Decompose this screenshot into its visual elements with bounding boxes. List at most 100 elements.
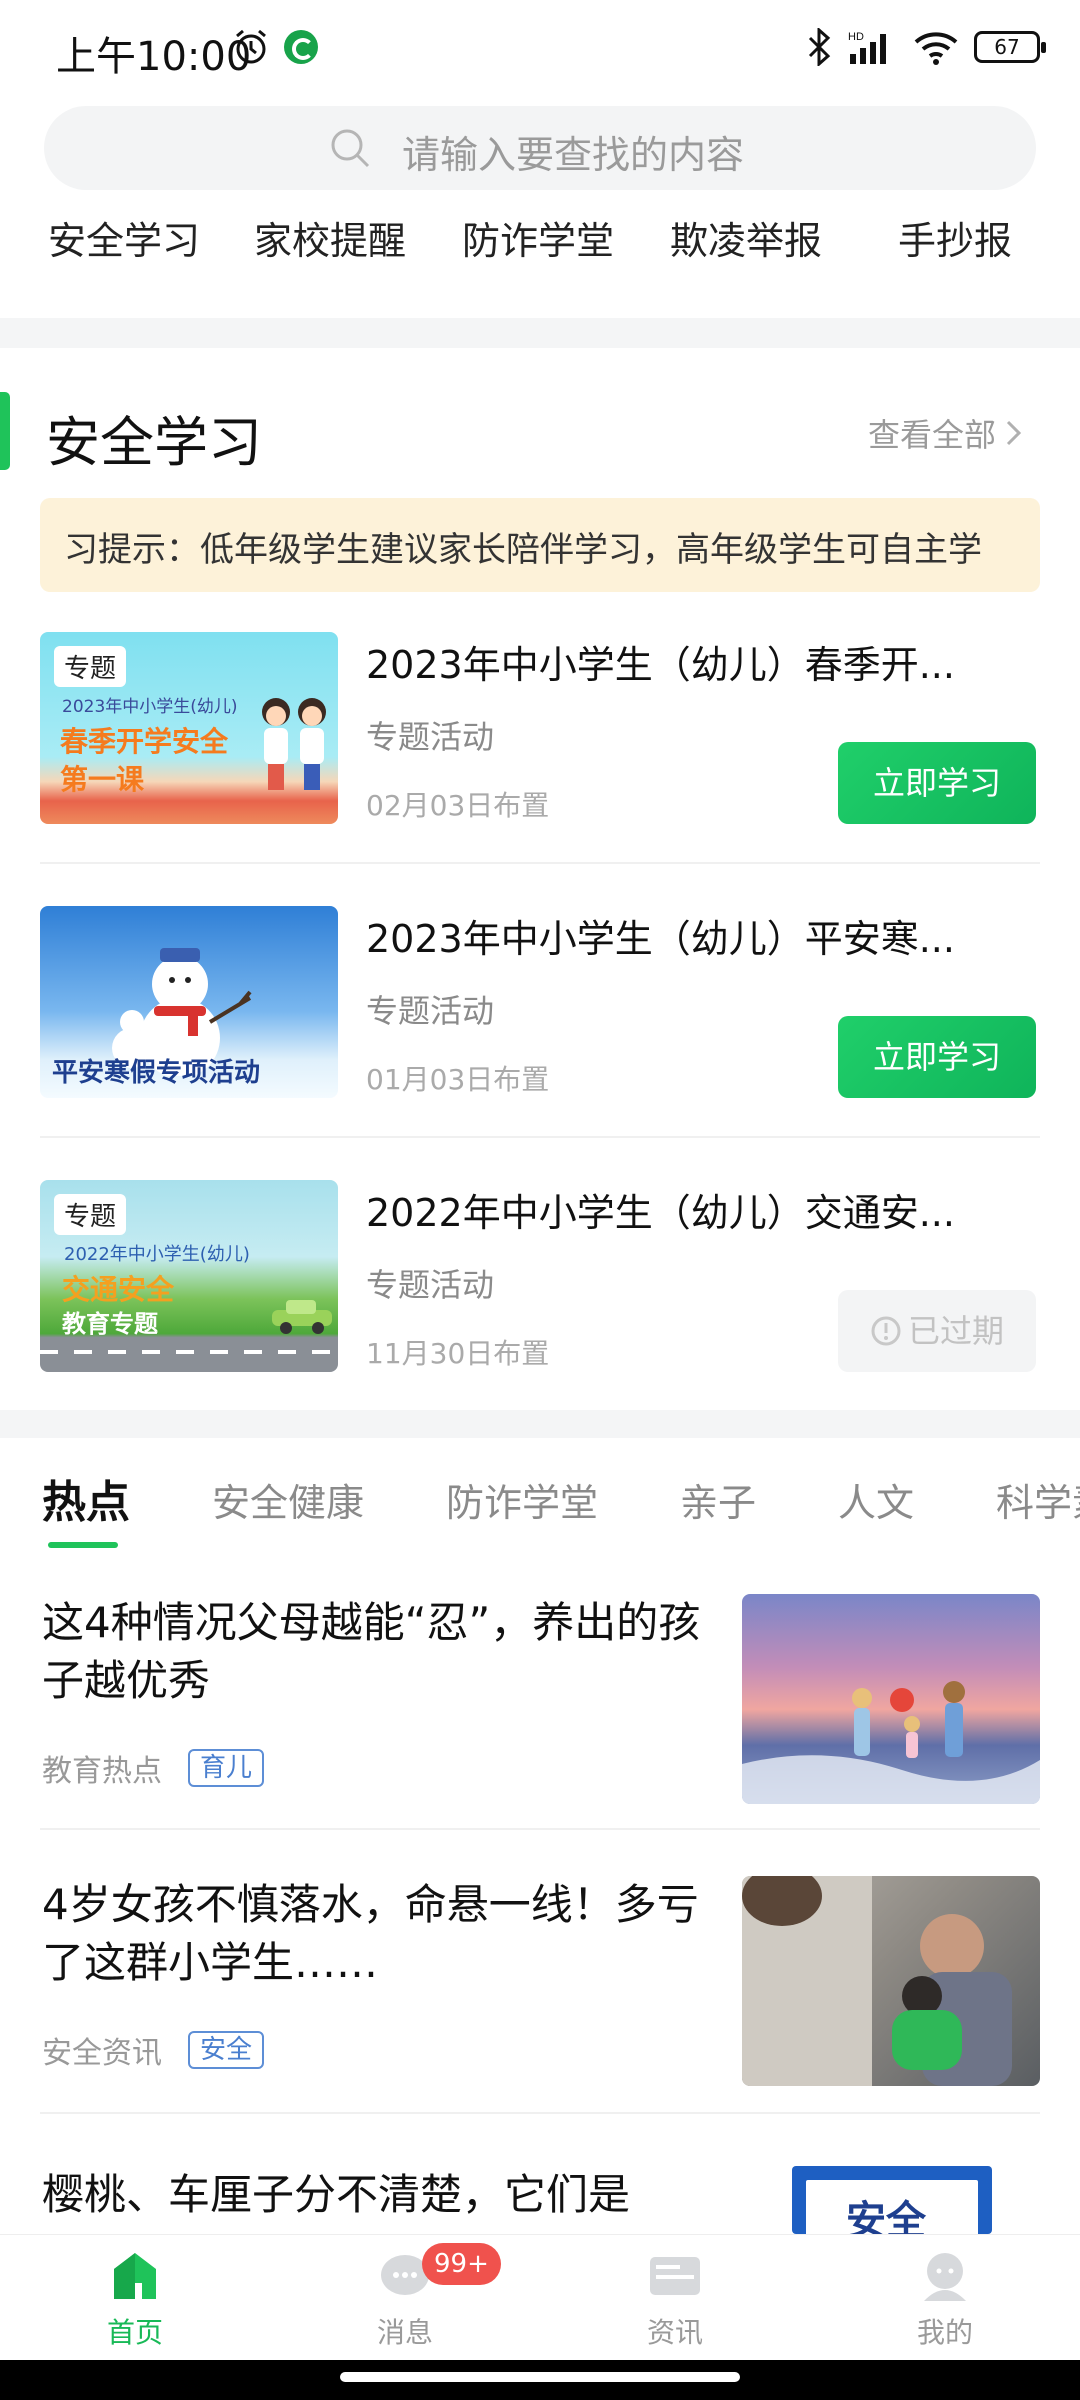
start-learning-button[interactable]: 立即学习 <box>838 1016 1036 1098</box>
bluetooth-icon <box>808 28 831 66</box>
news-title: 樱桃、车厘子分不清楚，它们是 <box>42 2170 631 2219</box>
nav-profile-label: 我的 <box>916 2316 973 2349</box>
thumb-caption: 平安寒假专项活动 <box>52 1058 261 1088</box>
info-icon <box>871 1316 901 1346</box>
thumb-caption: 教育专题 <box>62 1310 158 1338</box>
study-thumbnail: 专题 2023年中小学生(幼儿) 春季开学安全 第一课 <box>40 632 338 824</box>
tab-hot[interactable]: 热点 <box>42 1466 130 1530</box>
alarm-icon <box>236 29 266 64</box>
sign-text: 安全 <box>846 2198 926 2234</box>
study-item[interactable]: 平安寒假专项活动 2023年中小学生（幼儿）平安寒... 专题活动 01月03日… <box>40 906 1040 1098</box>
car-illustration <box>272 1300 332 1334</box>
study-title: 2023年中小学生（幼儿）春季开... <box>366 643 955 687</box>
news-source: 安全资讯 <box>42 2036 162 2071</box>
quick-nav: 安全学习 家校提醒 防诈学堂 欺凌举报 手抄报 <box>0 210 1080 270</box>
news-thumbnail <box>742 1594 1040 1804</box>
profile-icon <box>924 2253 966 2301</box>
home-gesture-bar[interactable] <box>340 2372 740 2382</box>
thumb-caption: 2022年中小学生(幼儿) <box>64 1244 250 1265</box>
search-input[interactable]: 请输入要查找的内容 <box>44 106 1036 190</box>
study-thumbnail: 平安寒假专项活动 <box>40 906 338 1098</box>
status-bar: 上午10:00 HD 67 <box>0 0 1080 100</box>
search-icon <box>331 129 370 168</box>
tab-parenting[interactable]: 亲子 <box>680 1472 756 1527</box>
news-source: 教育热点 <box>42 1754 162 1789</box>
thumb-caption: 春季开学安全 <box>60 725 229 758</box>
status-right-icons: HD 67 <box>806 28 1046 66</box>
section-divider <box>0 1410 1080 1438</box>
nav-messages-label: 消息 <box>376 2316 433 2349</box>
study-date: 02月03日布置 <box>366 789 550 822</box>
sign-panel: 安全 <box>806 2180 978 2234</box>
nav-home[interactable]: 首页 <box>0 2235 270 2361</box>
nav-profile[interactable]: 我的 <box>810 2235 1080 2361</box>
news-meta: 教育热点 育儿 <box>42 1746 265 1790</box>
news-title: 4岁女孩不慎落水，命悬一线！多亏了这群小学生…… <box>42 1880 699 1987</box>
nav-news[interactable]: 资讯 <box>540 2235 810 2361</box>
search-placeholder: 请输入要查找的内容 <box>402 133 745 177</box>
chevron-right-icon <box>1006 420 1022 446</box>
signal-icon: HD <box>848 31 886 64</box>
thumb-tag: 专题 <box>54 646 127 687</box>
thumb-caption: 交通安全 <box>62 1273 175 1306</box>
news-item[interactable]: 这4种情况父母越能“忍”，养出的孩子越优秀 教育热点 育儿 <box>42 1594 1040 1804</box>
thumb-tag: 专题 <box>54 1194 127 1235</box>
quick-nav-bullying-report[interactable]: 欺凌举报 <box>670 210 822 265</box>
study-item[interactable]: 专题 2022年中小学生(幼儿) 交通安全 教育专题 2022年中小学生（幼儿）… <box>40 1180 1040 1372</box>
study-item[interactable]: 专题 2023年中小学生(幼儿) 春季开学安全 第一课 2023年中小学生（幼儿… <box>40 632 1040 824</box>
message-count-badge: 99+ <box>422 2243 501 2285</box>
news-thumbnail: 安全 <box>792 2166 992 2234</box>
thumb-caption: 2023年中小学生(幼儿) <box>62 697 238 717</box>
quick-nav-handwritten-paper[interactable]: 手抄报 <box>898 210 1012 265</box>
quick-nav-anti-fraud[interactable]: 防诈学堂 <box>462 210 614 265</box>
tab-anti-fraud[interactable]: 防诈学堂 <box>446 1472 598 1527</box>
tab-safety-health[interactable]: 安全健康 <box>212 1472 364 1527</box>
app-notification-icon <box>284 30 318 64</box>
road-markings <box>40 1350 338 1354</box>
news-meta: 安全资讯 安全 <box>42 2028 265 2072</box>
news-badge: 安全 <box>188 2031 265 2069</box>
tab-humanities[interactable]: 人文 <box>838 1472 914 1527</box>
view-all-link[interactable]: 查看全部 <box>868 410 1024 456</box>
view-all-label: 查看全部 <box>867 416 996 454</box>
quick-nav-safety-study[interactable]: 安全学习 <box>48 210 200 265</box>
nav-home-label: 首页 <box>106 2316 163 2349</box>
battery-indicator: 67 <box>974 31 1046 63</box>
bottom-nav: 首页 99+ 消息 资讯 我的 <box>0 2234 1080 2360</box>
start-learning-button[interactable]: 立即学习 <box>838 742 1036 824</box>
section-title: 安全学习 <box>46 411 262 474</box>
tip-text: 习提示：低年级学生建议家长陪伴学习，高年级学生可自主学 <box>64 530 982 570</box>
study-category: 专题活动 <box>366 1266 495 1304</box>
family-beach-illustration <box>742 1681 1040 1804</box>
study-title: 2022年中小学生（幼儿）交通安... <box>366 1191 955 1235</box>
study-thumbnail: 专题 2022年中小学生(幼儿) 交通安全 教育专题 <box>40 1180 338 1372</box>
svg-text:HD: HD <box>848 31 864 43</box>
news-badge: 育儿 <box>188 1749 265 1787</box>
expired-button: 已过期 <box>838 1290 1036 1372</box>
nav-messages[interactable]: 99+ 消息 <box>270 2235 540 2361</box>
thumb-caption: 第一课 <box>60 763 145 796</box>
status-time: 上午10:00 <box>56 34 252 80</box>
news-thumbnail <box>742 1876 1040 2086</box>
active-tab-indicator <box>48 1542 118 1548</box>
news-title: 这4种情况父母越能“忍”，养出的孩子越优秀 <box>42 1598 701 1705</box>
section-accent-bar <box>0 392 10 470</box>
rescue-photo-illustration <box>742 1876 1012 2086</box>
wifi-icon <box>914 32 958 65</box>
row-divider <box>40 1136 1040 1138</box>
study-category: 专题活动 <box>366 992 495 1030</box>
nav-news-label: 资讯 <box>646 2316 703 2349</box>
newspaper-icon <box>650 2257 700 2295</box>
news-item[interactable]: 樱桃、车厘子分不清楚，它们是 安全 <box>42 2166 1038 2234</box>
section-divider <box>0 318 1080 348</box>
tab-science[interactable]: 科学素 <box>996 1472 1080 1527</box>
quick-nav-home-school[interactable]: 家校提醒 <box>254 210 406 265</box>
study-date: 01月03日布置 <box>366 1063 550 1096</box>
study-date: 11月30日布置 <box>366 1337 550 1370</box>
students-illustration <box>262 698 326 790</box>
home-icon <box>114 2253 156 2299</box>
news-item[interactable]: 4岁女孩不慎落水，命悬一线！多亏了这群小学生…… 安全资讯 安全 <box>42 1876 1040 2086</box>
expired-label: 已过期 <box>907 1312 1004 1350</box>
tip-banner: 习提示：低年级学生建议家长陪伴学习，高年级学生可自主学 <box>40 498 1040 592</box>
row-divider <box>40 1828 1040 1830</box>
